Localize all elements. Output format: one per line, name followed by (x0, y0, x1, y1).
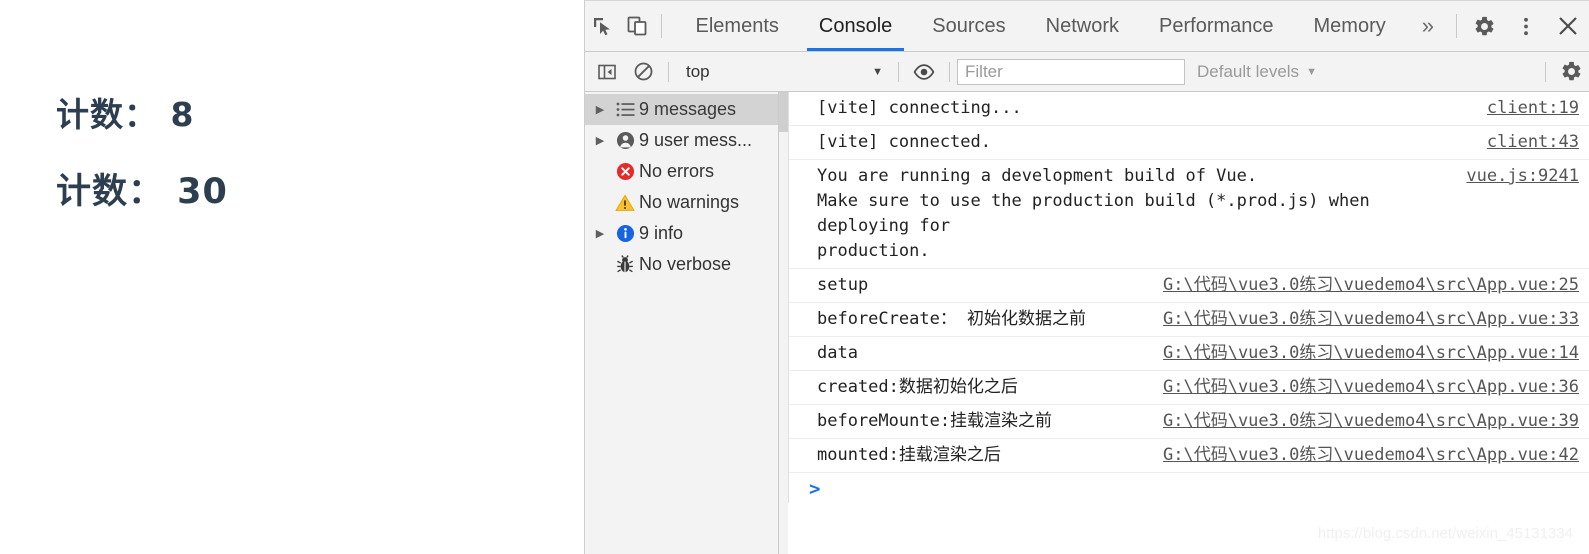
more-options-icon[interactable] (1505, 1, 1547, 51)
console-body: ▶ 9 messages ▶ 9 user mess... No errors … (585, 92, 1589, 554)
message-text: setup (817, 275, 869, 295)
console-message-row[interactable]: setup G:\代码\vue3.0练习\vuedemo4\src\App.vu… (789, 269, 1589, 303)
message-text: beforeCreate： 初始化数据之前 (817, 309, 1087, 329)
message-text: beforeMounte:挂载渲染之前 (817, 411, 1053, 431)
message-source-link[interactable]: G:\代码\vue3.0练习\vuedemo4\src\App.vue:36 (1163, 375, 1579, 400)
message-text: [vite] connected. (817, 132, 991, 152)
show-console-sidebar-icon[interactable] (589, 52, 625, 92)
message-source-link[interactable]: G:\代码\vue3.0练习\vuedemo4\src\App.vue:25 (1163, 273, 1579, 298)
filterbar-divider-4 (1545, 61, 1546, 82)
console-message-area: [vite] connecting... client:19 [vite] co… (779, 92, 1589, 554)
tab-performance[interactable]: Performance (1139, 1, 1294, 51)
error-icon (611, 162, 639, 181)
console-message-row[interactable]: beforeMounte:挂载渲染之前 G:\代码\vue3.0练习\vuede… (789, 405, 1589, 439)
user-icon (611, 131, 639, 150)
tab-sources[interactable]: Sources (912, 1, 1025, 51)
log-levels-select[interactable]: Default levels ▼ (1185, 62, 1329, 82)
console-message-row[interactable]: beforeCreate： 初始化数据之前 G:\代码\vue3.0练习\vue… (789, 303, 1589, 337)
sidebar-item-label: No errors (639, 161, 715, 181)
message-source-link[interactable]: G:\代码\vue3.0练习\vuedemo4\src\App.vue:14 (1163, 341, 1579, 366)
tab-network[interactable]: Network (1026, 1, 1139, 51)
console-sidebar: ▶ 9 messages ▶ 9 user mess... No errors … (585, 92, 779, 554)
message-text: created:数据初始化之后 (817, 377, 1018, 397)
sidebar-item-info[interactable]: ▶ 9 info (585, 218, 778, 249)
chevron-down-icon: ▼ (1306, 65, 1317, 78)
sidebar-item-verbose[interactable]: ▶ No verbose (585, 249, 778, 280)
verbose-bug-icon (611, 255, 639, 274)
console-scrollbar-thumb[interactable] (779, 92, 788, 132)
counter-line-1: 计数： 8 (56, 95, 195, 134)
filterbar-divider-1 (668, 61, 669, 82)
message-text: data (817, 343, 858, 363)
warning-icon (611, 194, 639, 212)
sidebar-item-errors[interactable]: ▶ No errors (585, 156, 778, 187)
message-source-link[interactable]: G:\代码\vue3.0练习\vuedemo4\src\App.vue:39 (1163, 409, 1579, 434)
sidebar-item-messages[interactable]: ▶ 9 messages (585, 94, 778, 125)
sidebar-item-label: No warnings (639, 192, 740, 212)
expand-triangle-icon[interactable]: ▶ (589, 103, 611, 116)
console-settings-gear-icon[interactable] (1553, 52, 1589, 92)
sidebar-item-label: 9 info (639, 223, 684, 243)
message-text: You are running a development build of V… (817, 166, 1370, 261)
filterbar-right-actions (1538, 52, 1589, 91)
execution-context-value: top (686, 61, 710, 81)
device-toolbar-icon[interactable] (620, 1, 655, 51)
sidebar-item-warnings[interactable]: ▶ No warnings (585, 187, 778, 218)
filterbar-divider-3 (949, 61, 950, 82)
message-source-link[interactable]: G:\代码\vue3.0练习\vuedemo4\src\App.vue:42 (1163, 443, 1579, 468)
close-devtools-icon[interactable] (1547, 1, 1589, 51)
sidebar-item-label: 9 messages (639, 99, 737, 119)
log-levels-label: Default levels (1197, 61, 1300, 81)
console-filter-input[interactable] (957, 58, 1185, 85)
devtools-tabbar: Elements Console Sources Network Perform… (585, 0, 1589, 52)
tab-memory[interactable]: Memory (1294, 1, 1406, 51)
console-filter-toolbar: top ▼ Default levels ▼ (585, 52, 1589, 92)
counter-line-2: 计数： 30 (56, 172, 228, 212)
more-tabs-chevron-icon[interactable]: » (1406, 1, 1450, 51)
chevron-down-icon: ▼ (872, 65, 883, 78)
info-icon (611, 224, 639, 243)
console-prompt[interactable]: > (789, 473, 1589, 503)
console-message-row[interactable]: You are running a development build of V… (789, 160, 1589, 269)
devtools-tab-list: Elements Console Sources Network Perform… (676, 1, 1450, 51)
sidebar-item-user-messages[interactable]: ▶ 9 user mess... (585, 125, 778, 156)
screenshot-root: 计数： 8 计数： 30 Elements Console Sources Ne… (0, 0, 1589, 554)
tab-console[interactable]: Console (799, 1, 912, 51)
console-message-row[interactable]: mounted:挂载渲染之后 G:\代码\vue3.0练习\vuedemo4\s… (789, 439, 1589, 473)
console-message-row[interactable]: created:数据初始化之后 G:\代码\vue3.0练习\vuedemo4\… (789, 371, 1589, 405)
expand-triangle-icon[interactable]: ▶ (589, 227, 611, 240)
sidebar-item-label: No verbose (639, 254, 732, 274)
tab-elements[interactable]: Elements (676, 1, 799, 51)
web-page-viewport: 计数： 8 计数： 30 (0, 0, 584, 554)
message-source-link[interactable]: client:19 (1487, 96, 1579, 121)
devtools-panel: Elements Console Sources Network Perform… (584, 0, 1589, 554)
devtools-tabbar-actions (1450, 1, 1589, 51)
message-source-link[interactable]: vue.js:9241 (1466, 164, 1579, 189)
console-message-list: [vite] connecting... client:19 [vite] co… (788, 92, 1589, 503)
filterbar-divider-2 (898, 61, 899, 82)
list-icon (611, 102, 639, 117)
expand-triangle-icon[interactable]: ▶ (589, 134, 611, 147)
message-source-link[interactable]: client:43 (1487, 130, 1579, 155)
tabbar-actions-divider (1456, 14, 1457, 38)
sidebar-item-label: 9 user mess... (639, 130, 753, 150)
message-source-link[interactable]: G:\代码\vue3.0练习\vuedemo4\src\App.vue:33 (1163, 307, 1579, 332)
watermark: https://blog.csdn.net/weixin_45131334 (1317, 525, 1573, 542)
prompt-input[interactable] (828, 479, 829, 499)
clear-console-icon[interactable] (625, 52, 661, 92)
settings-gear-icon[interactable] (1463, 1, 1505, 51)
tabbar-divider (660, 14, 662, 38)
console-message-row[interactable]: data G:\代码\vue3.0练习\vuedemo4\src\App.vue… (789, 337, 1589, 371)
console-message-row[interactable]: [vite] connected. client:43 (789, 126, 1589, 160)
console-message-row[interactable]: [vite] connecting... client:19 (789, 92, 1589, 126)
prompt-chevron-icon: > (809, 478, 821, 500)
message-text: [vite] connecting... (817, 98, 1022, 118)
console-scrollbar-track[interactable] (779, 92, 788, 554)
message-text: mounted:挂载渲染之后 (817, 445, 1001, 465)
live-expression-icon[interactable] (906, 52, 942, 92)
execution-context-select[interactable]: top ▼ (676, 59, 891, 85)
inspect-element-icon[interactable] (585, 1, 620, 51)
